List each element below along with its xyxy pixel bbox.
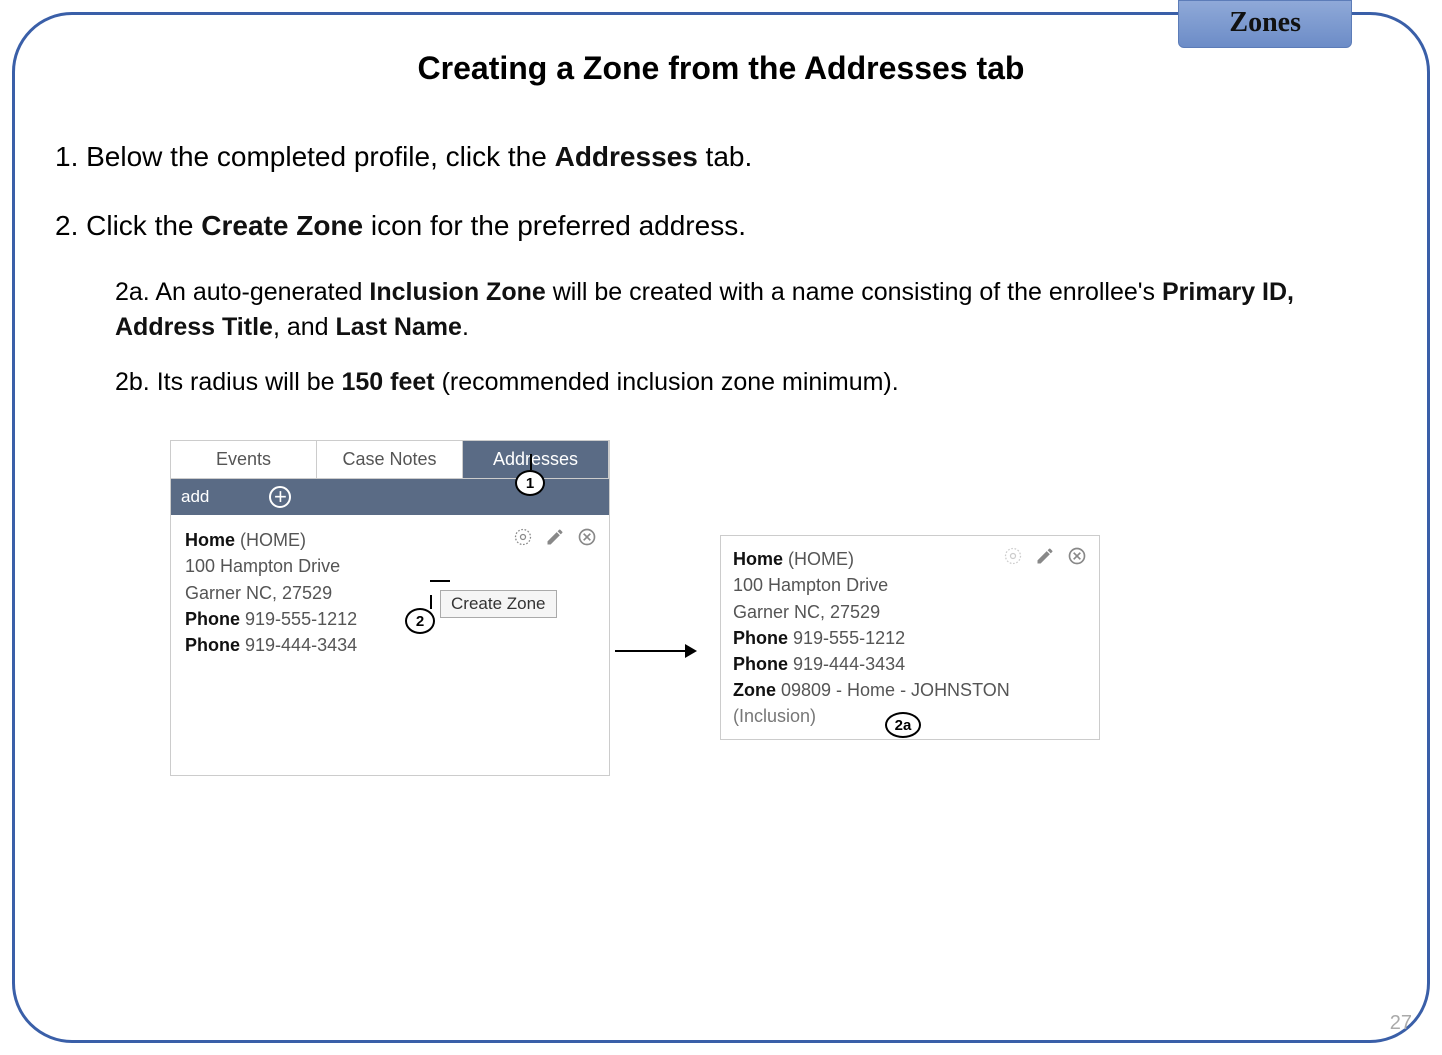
step-2-bold: Create Zone	[201, 210, 363, 241]
step-2a-mid: will be created with a name consisting o…	[546, 278, 1162, 306]
card-actions	[513, 527, 597, 547]
step-2-text: 2. Click the	[55, 210, 201, 241]
addr-title-type: (HOME)	[783, 549, 854, 569]
step-2: 2. Click the Create Zone icon for the pr…	[55, 206, 1387, 245]
arrow-icon	[615, 650, 695, 652]
phone-2: 919-444-3434	[788, 654, 905, 674]
create-zone-icon[interactable]	[513, 527, 533, 547]
tab-case-notes[interactable]: Case Notes	[317, 441, 463, 478]
step-2a-b3: Last Name	[336, 313, 462, 341]
step-2b-post: (recommended inclusion zone minimum).	[435, 368, 899, 396]
callout-line-2a	[430, 595, 432, 609]
phone-2: 919-444-3434	[240, 635, 357, 655]
edit-icon[interactable]	[545, 527, 565, 547]
callout-line-1	[530, 454, 532, 470]
phone-label-2: Phone	[185, 635, 240, 655]
slide-content: Creating a Zone from the Addresses tab 1…	[55, 40, 1387, 1015]
tabs-row: Events Case Notes Addresses	[171, 441, 609, 479]
page-number: 27	[1390, 1012, 1412, 1035]
zone-label: Zone	[733, 680, 776, 700]
step-1-bold: Addresses	[555, 141, 698, 172]
zone-value: 09809 - Home - JOHNSTON	[776, 680, 1010, 700]
step-2a-post: .	[462, 313, 469, 341]
step-2a: 2a. An auto-generated Inclusion Zone wil…	[115, 275, 1387, 345]
phone-1: 919-555-1212	[788, 628, 905, 648]
phone-label-2: Phone	[733, 654, 788, 674]
addr-line1: 100 Hampton Drive	[185, 553, 595, 579]
phone-label-1: Phone	[185, 609, 240, 629]
step-2a-mid2: , and	[273, 313, 336, 341]
tab-events[interactable]: Events	[171, 441, 317, 478]
step-1-text: 1. Below the completed profile, click th…	[55, 141, 555, 172]
add-icon[interactable]: +	[269, 486, 291, 508]
step-2b: 2b. Its radius will be 150 feet (recomme…	[115, 365, 1387, 400]
addr-line1: 100 Hampton Drive	[733, 572, 1087, 598]
address-card-after: Home (HOME) 100 Hampton Drive Garner NC,…	[720, 535, 1100, 740]
phone-1: 919-555-1212	[240, 609, 357, 629]
address-card-before: Home (HOME) 100 Hampton Drive Garner NC,…	[171, 515, 609, 775]
step-2b-bold: 150 feet	[342, 368, 435, 396]
step-2a-b1: Inclusion Zone	[369, 278, 545, 306]
step-2b-pre: 2b. Its radius will be	[115, 368, 342, 396]
step-2-post: icon for the preferred address.	[363, 210, 746, 241]
addr-line2: Garner NC, 27529	[733, 599, 1087, 625]
zones-header-tab: Zones	[1178, 0, 1352, 48]
screenshot-area: Events Case Notes Addresses add +	[55, 440, 1387, 910]
card-actions-after	[1003, 546, 1087, 566]
add-label: add	[181, 487, 209, 507]
step-1: 1. Below the completed profile, click th…	[55, 137, 1387, 176]
phone-label-1: Phone	[733, 628, 788, 648]
page-title: Creating a Zone from the Addresses tab	[55, 50, 1387, 87]
create-zone-icon[interactable]	[1003, 546, 1023, 566]
edit-icon[interactable]	[1035, 546, 1055, 566]
step-2a-pre: 2a. An auto-generated	[115, 278, 369, 306]
addr-title: Home	[733, 549, 783, 569]
step-1-post: tab.	[698, 141, 752, 172]
delete-icon[interactable]	[577, 527, 597, 547]
addr-title-type: (HOME)	[235, 530, 306, 550]
addr-title: Home	[185, 530, 235, 550]
delete-icon[interactable]	[1067, 546, 1087, 566]
create-zone-tooltip: Create Zone	[440, 590, 557, 618]
callout-line-2b	[430, 580, 450, 582]
